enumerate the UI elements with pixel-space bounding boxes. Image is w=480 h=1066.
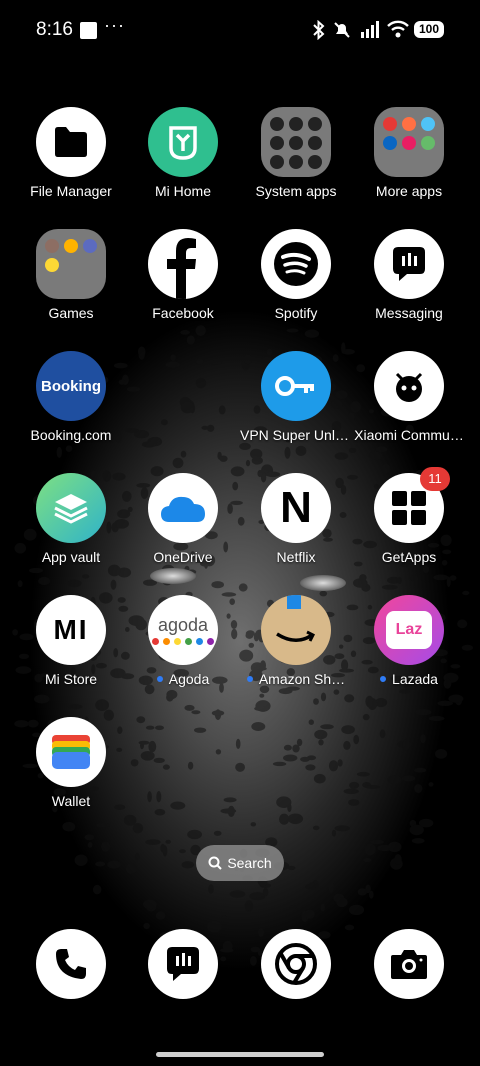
app-label: VPN Super Unli… xyxy=(240,427,352,443)
dock-phone[interactable] xyxy=(15,929,127,999)
bluetooth-icon xyxy=(313,20,325,40)
dock-chrome[interactable] xyxy=(240,929,352,999)
folder-system-apps[interactable]: System apps xyxy=(240,107,352,199)
leopard-eye-left xyxy=(150,568,196,584)
mi-store-logo-text: MI xyxy=(53,614,89,645)
app-app-vault[interactable]: App vault xyxy=(15,473,127,565)
app-label: Spotify xyxy=(274,305,318,321)
app-label: System apps xyxy=(255,183,337,199)
folder-icon xyxy=(36,229,106,299)
app-label: Mi Store xyxy=(44,671,98,687)
app-file-manager[interactable]: File Manager xyxy=(15,107,127,199)
booking-logo-text: Booking xyxy=(41,377,101,395)
dock-camera[interactable] xyxy=(353,929,465,999)
layers-icon xyxy=(36,473,106,543)
app-label: GetApps xyxy=(381,549,437,565)
notification-icon xyxy=(80,22,97,39)
signal-icon xyxy=(361,21,379,38)
notification-badge: 11 xyxy=(420,467,450,491)
key-icon xyxy=(261,351,331,421)
wifi-icon xyxy=(387,20,409,38)
facebook-icon xyxy=(148,229,218,299)
app-label: File Manager xyxy=(30,183,112,199)
mi-home-icon xyxy=(148,107,218,177)
battery-indicator: 100 xyxy=(414,21,444,38)
folder-icon xyxy=(261,107,331,177)
app-facebook[interactable]: Facebook xyxy=(127,229,239,321)
app-wallet[interactable]: Wallet xyxy=(15,717,127,809)
wallet-icon xyxy=(36,717,106,787)
folder-games[interactable]: Games xyxy=(15,229,127,321)
app-vpn-super[interactable]: VPN Super Unli… xyxy=(240,351,352,443)
new-app-dot xyxy=(156,676,163,683)
app-amazon-shopping[interactable]: Amazon Sh… xyxy=(240,595,352,687)
app-label: Netflix xyxy=(276,549,316,565)
app-messaging[interactable]: Messaging xyxy=(353,229,465,321)
search-button[interactable]: Search xyxy=(196,845,284,881)
lazada-icon: Laz xyxy=(374,595,444,665)
app-lazada[interactable]: Laz Lazada xyxy=(353,595,465,687)
mi-store-icon: MI xyxy=(36,595,106,665)
dock-messaging[interactable] xyxy=(127,929,239,999)
folder-more-apps[interactable]: More apps xyxy=(353,107,465,199)
lazada-logo-text: Laz xyxy=(395,621,423,638)
app-label: Xiaomi Commu… xyxy=(354,427,464,443)
more-notifications: ··· xyxy=(104,15,125,35)
app-xiaomi-community[interactable]: Xiaomi Commu… xyxy=(353,351,465,443)
status-bar: 8:16 ··· 100 xyxy=(0,0,480,60)
app-onedrive[interactable]: OneDrive xyxy=(127,473,239,565)
app-label: Lazada xyxy=(353,671,465,687)
mute-icon xyxy=(334,22,350,38)
xiaomi-community-icon xyxy=(374,351,444,421)
app-label: Booking.com xyxy=(30,427,112,443)
spotify-icon xyxy=(261,229,331,299)
agoda-dots xyxy=(152,638,214,645)
app-booking[interactable]: Booking Booking.com xyxy=(15,351,127,443)
agoda-icon: agoda xyxy=(148,595,218,665)
search-label: Search xyxy=(227,855,272,871)
app-label: More apps xyxy=(375,183,443,199)
chrome-icon xyxy=(261,929,331,999)
amazon-tape xyxy=(287,595,301,609)
clock: 8:16 xyxy=(36,19,73,40)
search-icon xyxy=(208,856,223,870)
app-label: Games xyxy=(48,305,94,321)
app-label: App vault xyxy=(41,549,101,565)
netflix-logo-text: N xyxy=(280,483,312,532)
folder-icon xyxy=(374,107,444,177)
getapps-icon: 11 xyxy=(374,467,450,543)
new-app-dot xyxy=(380,676,387,683)
home-indicator[interactable] xyxy=(156,1052,324,1057)
app-mi-home[interactable]: Mi Home xyxy=(127,107,239,199)
messaging-icon xyxy=(148,929,218,999)
app-netflix[interactable]: N Netflix xyxy=(240,473,352,565)
messaging-icon xyxy=(374,229,444,299)
lazada-heart: Laz xyxy=(386,611,432,649)
app-label: Agoda xyxy=(127,671,239,687)
app-label: Facebook xyxy=(152,305,214,321)
camera-icon xyxy=(374,929,444,999)
cloud-icon xyxy=(148,473,218,543)
app-label: Messaging xyxy=(375,305,443,321)
netflix-icon: N xyxy=(261,473,331,543)
new-app-dot xyxy=(246,676,253,683)
amazon-icon xyxy=(261,595,331,665)
app-label: OneDrive xyxy=(153,549,213,565)
leopard-eye-right xyxy=(300,575,346,591)
app-label: Amazon Sh… xyxy=(240,671,352,687)
app-getapps[interactable]: 11 GetApps xyxy=(353,467,465,565)
app-label: Wallet xyxy=(51,793,91,809)
phone-icon xyxy=(36,929,106,999)
agoda-logo-text: agoda xyxy=(157,615,209,635)
app-spotify[interactable]: Spotify xyxy=(240,229,352,321)
app-label: Mi Home xyxy=(154,183,211,199)
app-agoda[interactable]: agoda Agoda xyxy=(127,595,239,687)
booking-icon: Booking xyxy=(36,351,106,421)
app-mi-store[interactable]: MI Mi Store xyxy=(15,595,127,687)
folder-icon xyxy=(36,107,106,177)
